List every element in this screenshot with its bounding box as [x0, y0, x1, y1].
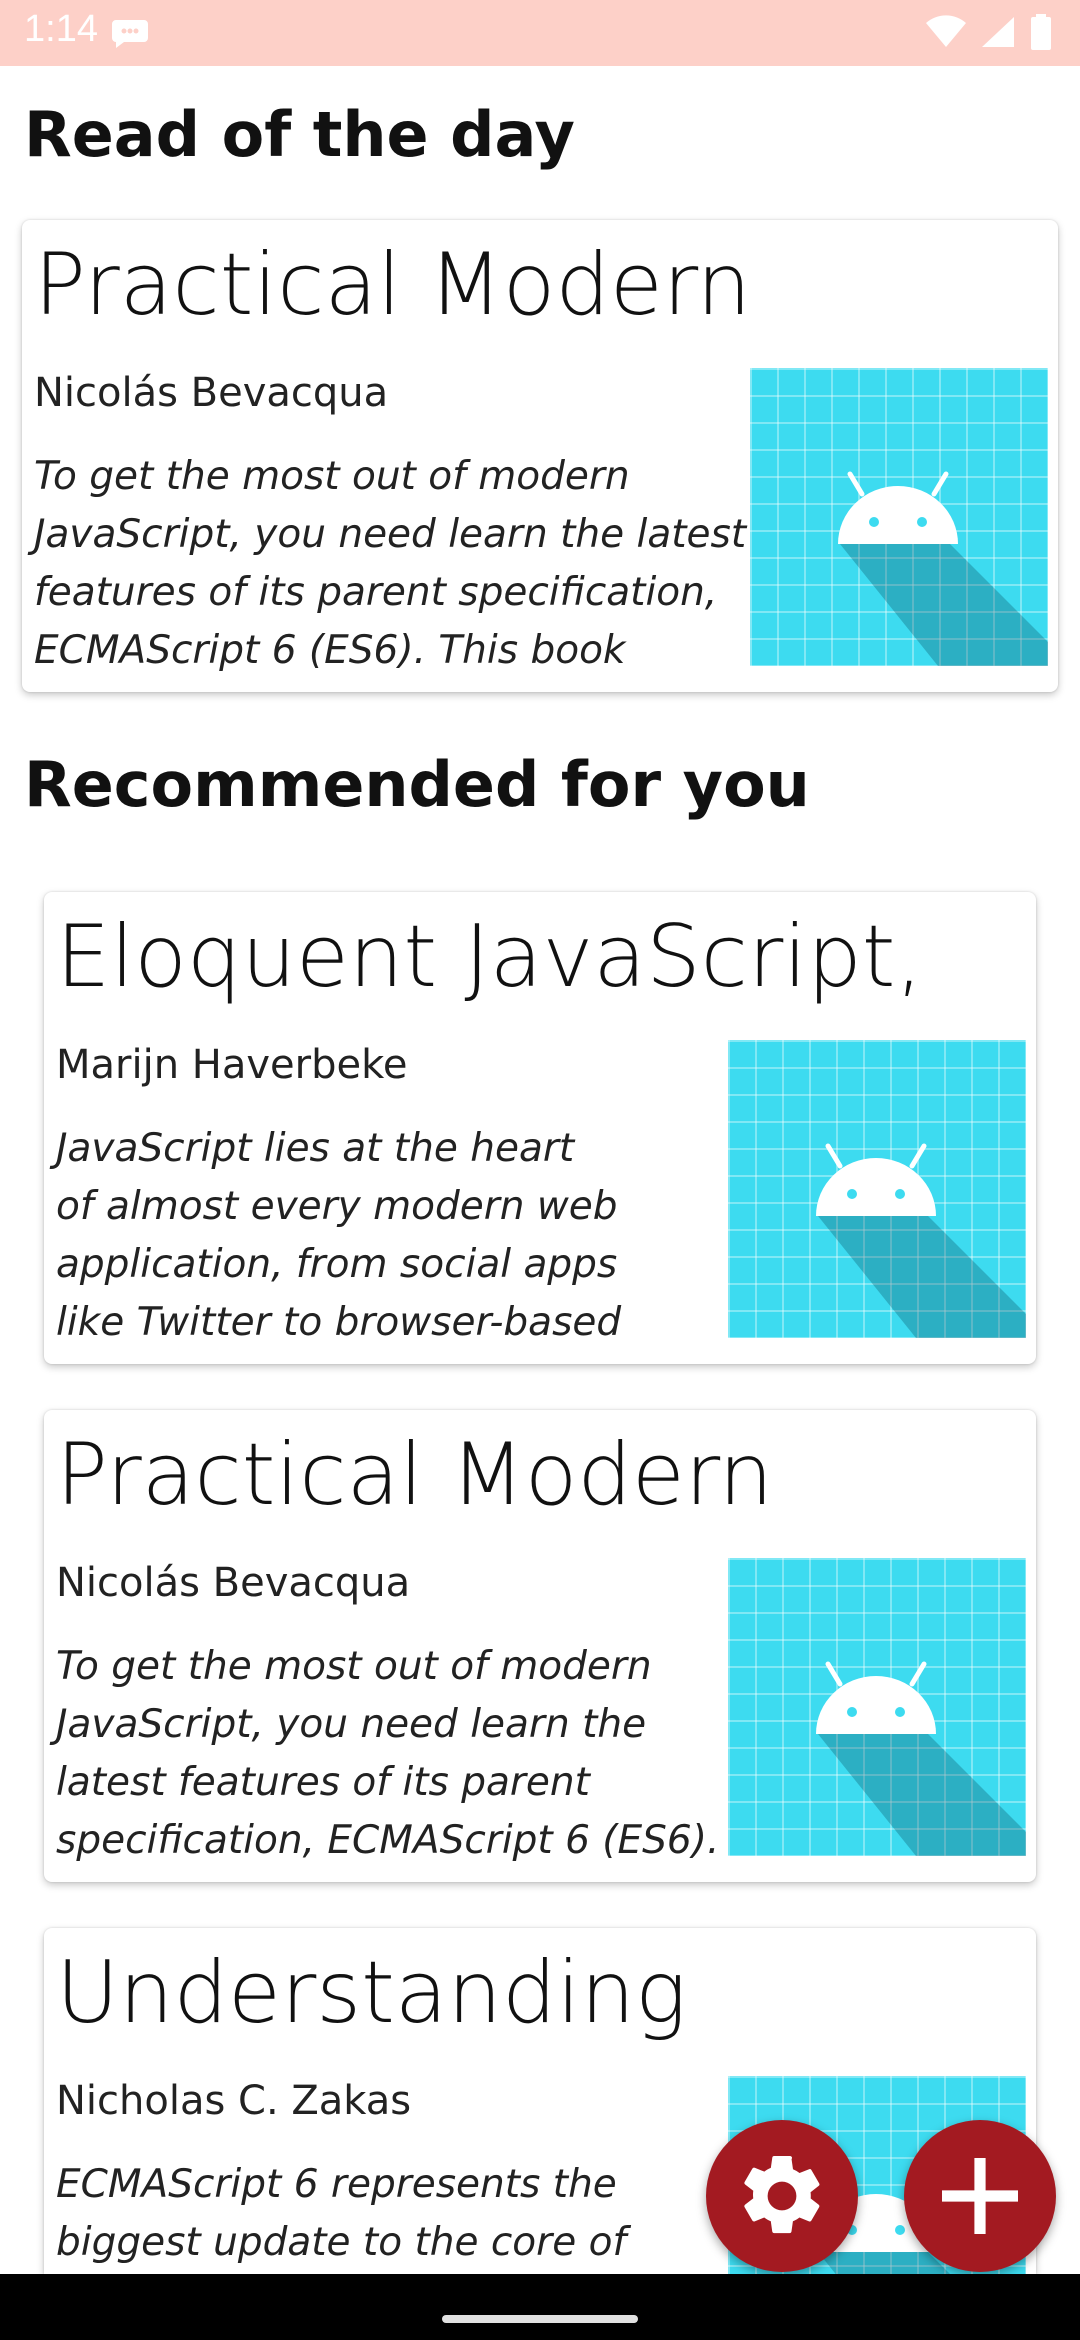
book-cover-image [728, 1040, 1026, 1338]
book-title: Eloquent JavaScript, [56, 907, 923, 1007]
signal-icon [982, 17, 1014, 47]
chat-icon [112, 20, 148, 48]
recommended-book-card[interactable]: Eloquent JavaScript, Marijn Haverbeke Ja… [44, 892, 1036, 1364]
home-gesture-handle[interactable] [442, 2315, 638, 2323]
book-author: Nicolás Bevacqua [56, 1560, 411, 1606]
recommended-heading: Recommended for you [24, 748, 810, 821]
status-bar: 1:14 [0, 0, 1080, 66]
book-title: Practical Modern [56, 1425, 774, 1525]
android-icon [816, 1661, 1026, 1856]
book-author: Nicolás Bevacqua [34, 370, 389, 416]
status-time: 1:14 [24, 8, 98, 50]
android-icon [838, 471, 1048, 666]
gear-icon [744, 2155, 820, 2234]
wifi-icon [926, 15, 966, 47]
android-icon [816, 1143, 1026, 1338]
book-author: Nicholas C. Zakas [56, 2078, 412, 2124]
add-button[interactable] [904, 2120, 1056, 2272]
recommended-book-card[interactable]: Practical Modern Nicolás Bevacqua To get… [44, 1410, 1036, 1882]
plus-icon [942, 2158, 1018, 2234]
book-description: To get the most out of modern JavaScript… [56, 1644, 720, 1863]
book-author: Marijn Haverbeke [56, 1042, 408, 1088]
featured-book-card[interactable]: Practical Modern Nicolás Bevacqua To get… [22, 220, 1058, 692]
settings-button[interactable] [706, 2120, 858, 2272]
navigation-bar [0, 2274, 1080, 2340]
book-title: Understanding [56, 1943, 687, 2043]
battery-icon [1031, 14, 1051, 50]
book-description: To get the most out of modern JavaScript… [34, 454, 747, 673]
book-title: Practical Modern [34, 235, 752, 335]
book-cover-image [728, 1558, 1026, 1856]
read-of-the-day-heading: Read of the day [24, 98, 575, 171]
book-description: ECMAScript 6 represents the biggest upda… [56, 2162, 627, 2265]
recommended-book-card[interactable]: Understanding Nicholas C. Zakas ECMAScri… [44, 1928, 1036, 2274]
book-cover-image [750, 368, 1048, 666]
book-description: JavaScript lies at the heart of almost e… [56, 1126, 622, 1345]
